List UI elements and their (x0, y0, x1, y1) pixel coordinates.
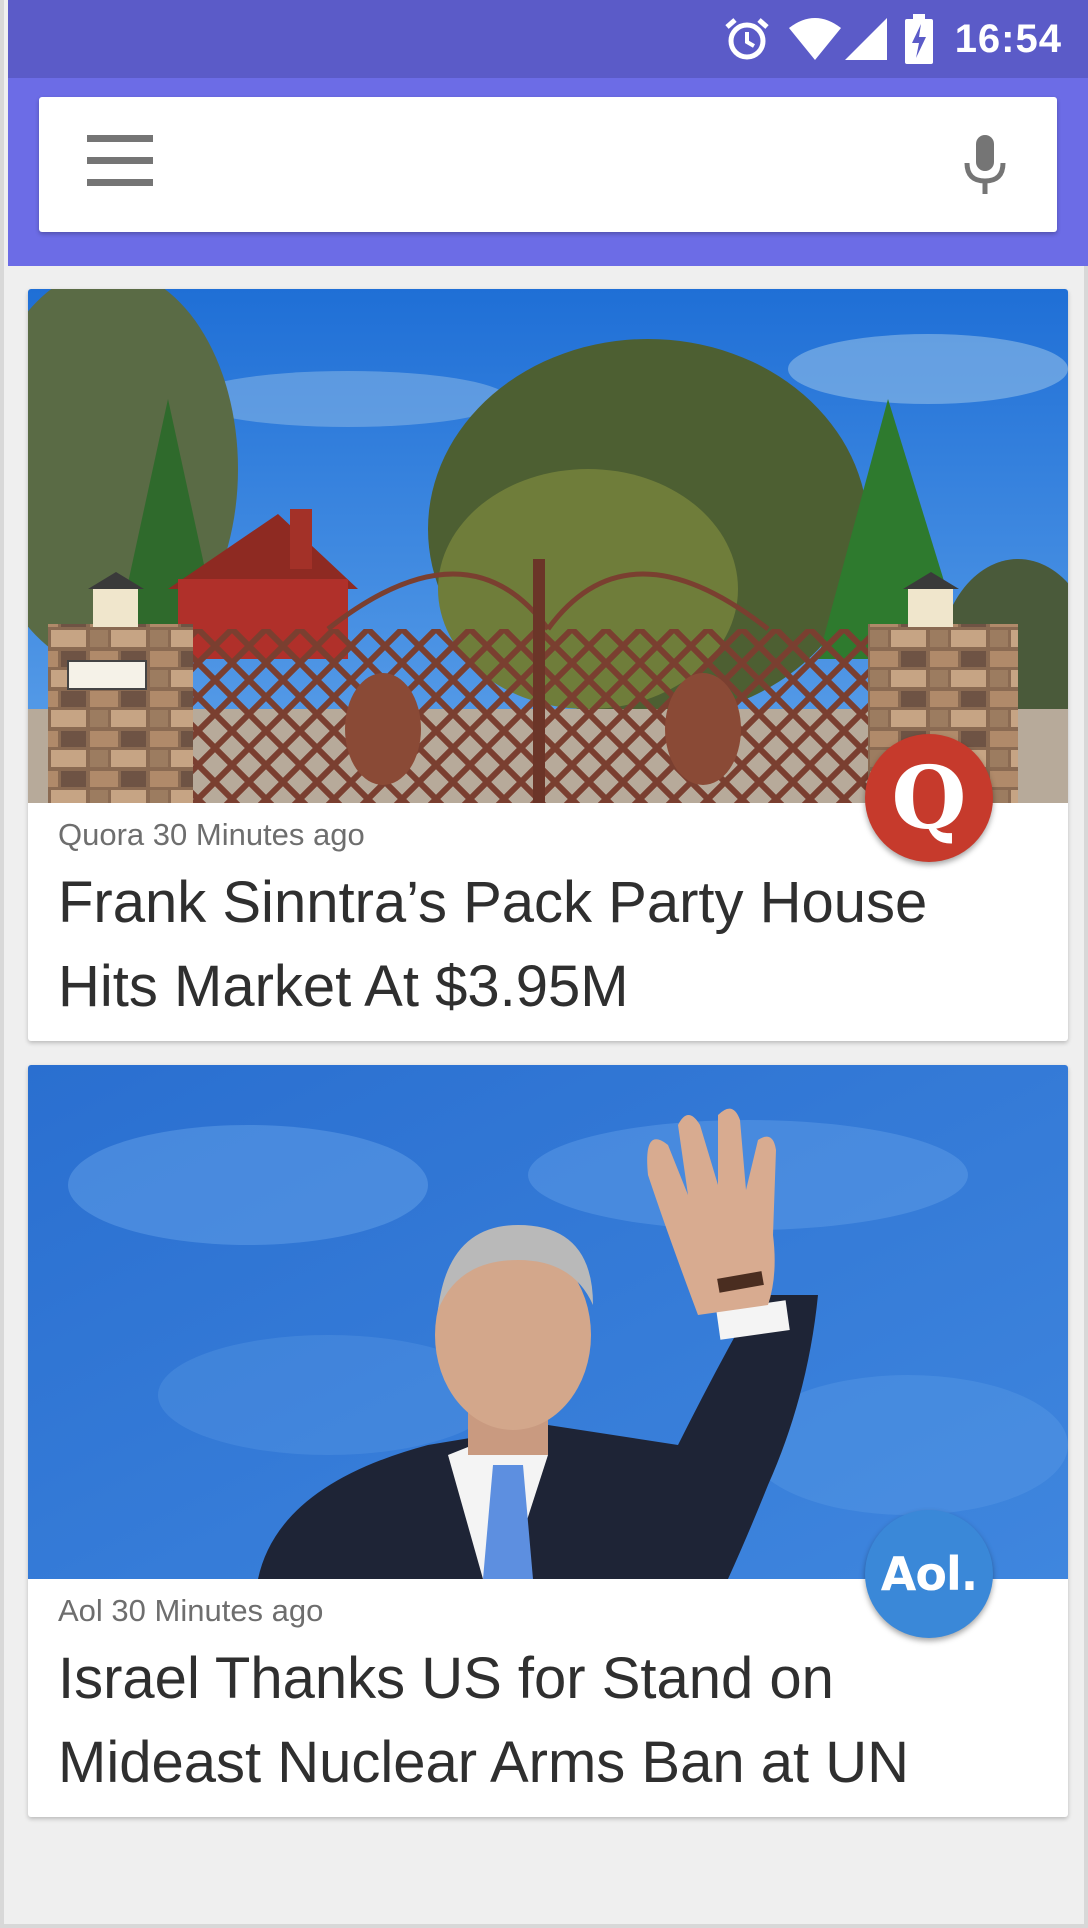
wifi-icon (788, 18, 841, 60)
aol-source-badge[interactable]: Aol. (865, 1510, 993, 1638)
cell-signal-icon (844, 18, 887, 60)
clock-time: 16:54 (954, 16, 1062, 61)
hamburger-menu-icon[interactable] (87, 135, 155, 195)
news-card-title[interactable]: Israel Thanks US for Stand on Mideast Nu… (58, 1637, 1018, 1805)
search-input[interactable] (189, 127, 949, 202)
news-card[interactable]: Quora 30 Minutes ago Frank Sinntra’s Pac… (28, 289, 1068, 1041)
news-card-meta: Aol 30 Minutes ago (58, 1593, 324, 1628)
search-bar[interactable] (39, 97, 1057, 232)
aol-logo-icon: Aol. (880, 1547, 978, 1601)
news-card[interactable]: Aol 30 Minutes ago Israel Thanks US for … (28, 1065, 1068, 1817)
app-bar (8, 78, 1088, 266)
battery-charging-icon (904, 14, 933, 64)
quora-logo-icon: Q (891, 747, 967, 849)
status-bar: 16:54 (8, 0, 1088, 78)
news-card-image (28, 1065, 1068, 1579)
app-frame: 16:54 Quora 30 Minutes ago Frank Sinntra… (0, 0, 1088, 1928)
news-card-image (28, 289, 1068, 803)
alarm-clock-icon (723, 15, 771, 63)
quora-source-badge[interactable]: Q (865, 734, 993, 862)
microphone-icon[interactable] (963, 135, 1007, 199)
news-card-title[interactable]: Frank Sinntra’s Pack Party House Hits Ma… (58, 861, 1018, 1029)
news-card-meta: Quora 30 Minutes ago (58, 817, 365, 852)
